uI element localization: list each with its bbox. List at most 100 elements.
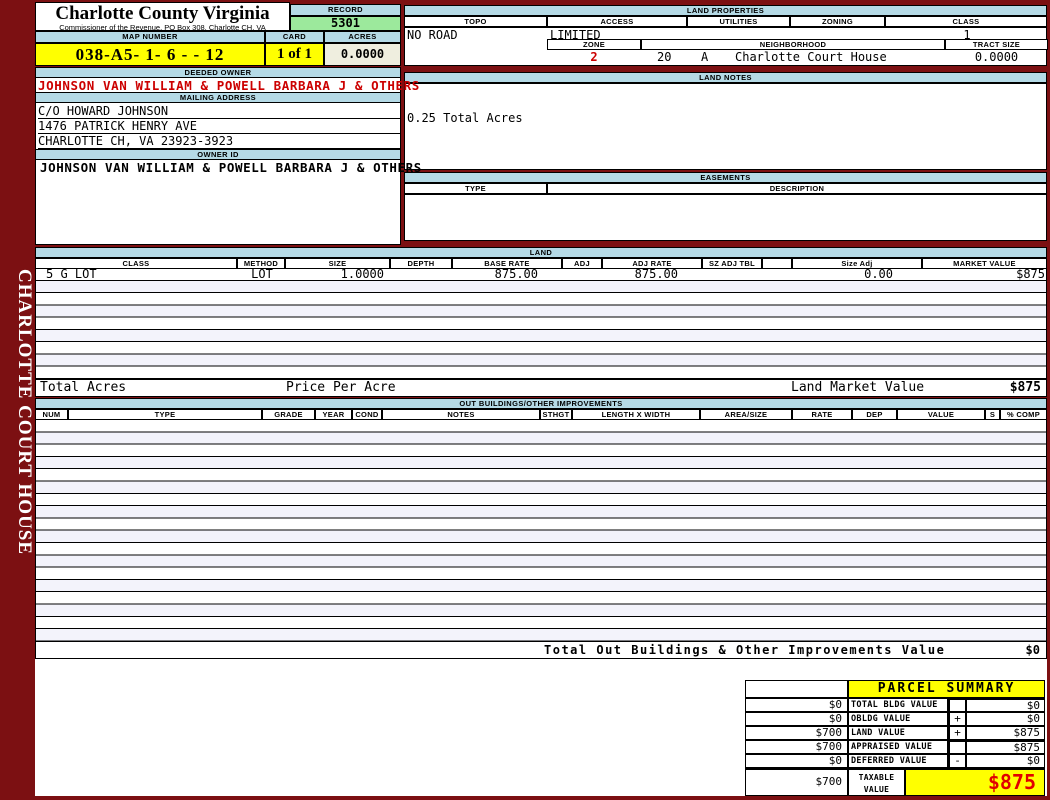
ps-label-land: LAND VALUE [848, 726, 948, 740]
land-row-size-adj: 0.00 [864, 267, 893, 281]
ps-value-total-bldg: $0 [966, 698, 1045, 712]
ob-col-s: S [985, 409, 1000, 420]
owner-id-bar: OWNER ID [35, 149, 401, 160]
land-section-bar: LAND [35, 247, 1047, 258]
property-record-card: CHARLOTTE COURT HOUSE Charlotte County V… [0, 0, 1050, 800]
land-empty-rows [35, 281, 1047, 379]
ob-col-pct-comp: % COMP [1000, 409, 1047, 420]
deeded-owner-bar: DEEDED OWNER [35, 67, 401, 78]
acres-value: 0.0000 [324, 43, 401, 66]
card-header: CARD [265, 31, 324, 43]
ob-total-row: Total Out Buildings & Other Improvements… [35, 641, 1047, 659]
land-properties-values-box: NO ROAD LIMITED 1 ZONE NEIGHBORHOOD TRAC… [404, 27, 1048, 66]
land-notes-box: 0.25 Total Acres [404, 83, 1047, 170]
zone-suffix: A [701, 50, 709, 64]
zone-header: ZONE [547, 39, 641, 50]
neighborhood-header: NEIGHBORHOOD [641, 39, 945, 50]
ps-op-appraised [948, 740, 966, 754]
ob-total-value: $0 [1025, 643, 1040, 657]
land-data-row: 5 G LOT LOT 1.0000 875.00 875.00 0.00 $8… [35, 267, 1047, 281]
ob-col-areasize: AREA/SIZE [700, 409, 792, 420]
land-market-value: $875 [1009, 380, 1041, 395]
ps-op-total-bldg [948, 698, 966, 712]
land-note-text: 0.25 Total Acres [407, 111, 523, 125]
ob-col-type: TYPE [68, 409, 262, 420]
tract-size-header: TRACT SIZE [945, 39, 1048, 50]
ob-empty-rows [35, 420, 1047, 641]
card-value: 1 of 1 [265, 43, 324, 66]
land-row-adj-rate: 875.00 [634, 267, 678, 281]
mailing-address-bar: MAILING ADDRESS [35, 92, 401, 103]
land-col-adj: ADJ [562, 258, 602, 269]
land-footer-row: Total Acres Price Per Acre Land Market V… [35, 379, 1047, 397]
land-col-sz-adj-tbl: SZ ADJ TBL [702, 258, 762, 269]
land-row-size: 1.0000 [340, 267, 384, 281]
topo-header: TOPO [404, 16, 547, 27]
zone-code: 20 [657, 50, 672, 64]
ob-total-label: Total Out Buildings & Other Improvements… [544, 643, 946, 657]
land-col-depth: DEPTH [390, 258, 452, 269]
neighborhood-value: Charlotte Court House [735, 50, 887, 64]
record-header: RECORD [290, 4, 401, 16]
land-row-base-rate: 875.00 [494, 267, 538, 281]
ps-prior-deferred: $0 [745, 754, 848, 768]
land-row-method: LOT [251, 267, 273, 281]
price-per-acre-label: Price Per Acre [286, 380, 396, 395]
county-vertical-banner: CHARLOTTE COURT HOUSE [14, 269, 35, 556]
owner-id-value: JOHNSON VAN WILLIAM & POWELL BARBARA J &… [40, 160, 422, 175]
total-acres-label: Total Acres [40, 380, 127, 395]
ps-prior-land: $700 [745, 726, 848, 740]
ps-value-obldg: $0 [966, 712, 1045, 726]
ps-op-deferred: - [948, 754, 966, 768]
ob-col-value: VALUE [897, 409, 985, 420]
address-line-2: 1476 PATRICK HENRY AVE [38, 119, 400, 134]
easement-type-header: TYPE [404, 183, 547, 194]
ps-prior-appraised: $700 [745, 740, 848, 754]
ob-col-sthgt: STHGT [540, 409, 572, 420]
address-line-1: C/O HOWARD JOHNSON [38, 104, 400, 119]
acres-header: ACRES [324, 31, 401, 43]
tract-size-value: 0.0000 [974, 50, 1019, 64]
ob-col-year: YEAR [315, 409, 352, 420]
deeded-owner-value: JOHNSON VAN WILLIAM & POWELL BARBARA J &… [38, 78, 420, 93]
land-row-market-value: $875 [1016, 267, 1045, 281]
land-properties-title: LAND PROPERTIES [404, 5, 1047, 16]
ps-label-taxable: TAXABLE VALUE [848, 768, 905, 796]
easements-bar: EASEMENTS [404, 172, 1047, 183]
ps-title: PARCEL SUMMARY [848, 680, 1045, 698]
address-line-3: CHARLOTTE CH, VA 23923-3923 [38, 134, 400, 149]
easement-description-header: DESCRIPTION [547, 183, 1047, 194]
ps-label-total-bldg: TOTAL BLDG VALUE [848, 698, 948, 712]
ps-label-deferred: DEFERRED VALUE [848, 754, 948, 768]
ps-op-obldg: + [948, 712, 966, 726]
map-number-value: 038-A5- 1- 6 - - 12 [35, 43, 265, 66]
ps-prior-taxable: $700 [745, 768, 848, 796]
ps-op-land: + [948, 726, 966, 740]
land-market-value-label: Land Market Value [791, 380, 925, 395]
utilities-header: UTILITIES [687, 16, 790, 27]
ob-col-dep: DEP [852, 409, 897, 420]
owner-panel: DEEDED OWNER JOHNSON VAN WILLIAM & POWEL… [35, 67, 421, 245]
record-value: 5301 [290, 16, 401, 31]
ob-col-grade: GRADE [262, 409, 315, 420]
land-row-class: 5 G LOT [46, 267, 97, 281]
land-notes-bar: LAND NOTES [404, 72, 1047, 83]
parcel-summary: PARCEL SUMMARY $0 TOTAL BLDG VALUE $0 $0… [745, 680, 1045, 796]
ps-prior-total-bldg: $0 [745, 698, 848, 712]
county-title-box: Charlotte County Virginia Commissioner o… [35, 2, 290, 32]
map-number-header: MAP NUMBER [35, 31, 265, 43]
ob-col-length-width: LENGTH X WIDTH [572, 409, 700, 420]
ob-col-num: NUM [35, 409, 68, 420]
ob-col-cond: COND [352, 409, 382, 420]
ps-value-appraised: $875 [966, 740, 1045, 754]
ps-value-land: $875 [966, 726, 1045, 740]
access-header: ACCESS [547, 16, 687, 27]
ps-label-appraised: APPRAISED VALUE [848, 740, 948, 754]
zone-value: 2 [590, 50, 598, 64]
land-col-blank [762, 258, 792, 269]
ob-col-notes: NOTES [382, 409, 540, 420]
county-title: Charlotte County Virginia [55, 3, 270, 24]
ps-header-spacer [745, 680, 848, 698]
ob-col-rate: RATE [792, 409, 852, 420]
outbuildings-section-bar: OUT BUILDINGS/OTHER IMPROVEMENTS [35, 398, 1047, 409]
